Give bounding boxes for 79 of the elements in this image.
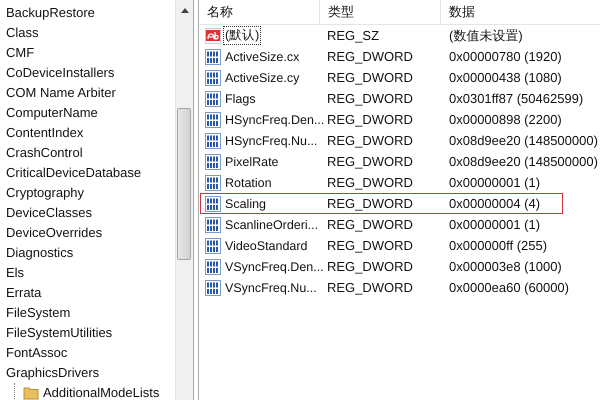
scroll-up-icon[interactable]	[180, 8, 188, 13]
tree-item[interactable]: COM Name Arbiter	[6, 83, 175, 103]
binary-value-icon	[205, 280, 221, 296]
value-type: REG_DWORD	[326, 196, 414, 211]
binary-value-icon	[205, 90, 221, 106]
column-header[interactable]: 类型	[320, 0, 441, 24]
tree-item[interactable]: GraphicsDrivers	[6, 363, 175, 383]
tree-item[interactable]: DeviceClasses	[6, 203, 175, 223]
value-name[interactable]: VideoStandard	[223, 238, 310, 254]
value-name[interactable]: ActiveSize.cy	[223, 70, 302, 86]
value-data: 0x08d9ee20 (148500000)	[448, 154, 598, 169]
value-type: REG_DWORD	[326, 154, 414, 169]
binary-value-icon	[205, 112, 221, 128]
column-header[interactable]: 数据	[441, 0, 600, 24]
value-name[interactable]: ActiveSize.cx	[223, 48, 302, 64]
value-type: REG_DWORD	[326, 280, 414, 295]
tree-item[interactable]: FontAssoc	[6, 343, 175, 363]
value-data: 0x08d9ee20 (148500000)	[448, 133, 598, 148]
value-name[interactable]: (默认)	[223, 26, 262, 45]
tree-item[interactable]: CrashControl	[6, 143, 175, 163]
value-type: REG_DWORD	[326, 238, 414, 253]
tree-item[interactable]: FileSystem	[6, 303, 175, 323]
tree-item[interactable]: CMF	[6, 43, 175, 63]
binary-value-icon	[205, 216, 221, 232]
binary-value-icon	[205, 48, 221, 64]
tree-item[interactable]: DeviceOverrides	[6, 223, 175, 243]
tree-item[interactable]: ComputerName	[6, 103, 175, 123]
value-data: (数值未设置)	[448, 26, 524, 44]
value-type: REG_DWORD	[326, 70, 414, 85]
value-data: 0x0000ea60 (60000)	[448, 280, 570, 295]
column-header[interactable]: 名称	[199, 0, 320, 24]
value-type: REG_DWORD	[326, 217, 414, 232]
value-type: REG_DWORD	[326, 259, 414, 274]
folder-icon	[23, 386, 39, 400]
value-data: 0x00000898 (2200)	[448, 112, 563, 127]
value-name[interactable]: HSyncFreq.Nu...	[223, 132, 320, 148]
value-type: REG_DWORD	[326, 175, 414, 190]
value-name[interactable]: VSyncFreq.Den...	[223, 258, 326, 274]
value-data: 0x00000001 (1)	[448, 217, 542, 232]
binary-value-icon	[205, 132, 221, 148]
value-name[interactable]: Scaling	[223, 196, 268, 212]
value-type: REG_DWORD	[326, 112, 414, 127]
tree-item[interactable]: AdditionalModeLists	[43, 383, 160, 400]
tree-item[interactable]: Class	[6, 23, 175, 43]
value-data: 0x0301ff87 (50462599)	[448, 91, 584, 106]
tree-item[interactable]: Els	[6, 263, 175, 283]
binary-value-icon	[205, 70, 221, 86]
value-type: REG_DWORD	[326, 133, 414, 148]
tree-item[interactable]: Errata	[6, 283, 175, 303]
value-name[interactable]: VSyncFreq.Nu...	[223, 280, 319, 296]
value-data: 0x00000780 (1920)	[448, 49, 563, 64]
tree-item[interactable]: Diagnostics	[6, 243, 175, 263]
value-data: 0x00000001 (1)	[448, 175, 542, 190]
tree-item[interactable]: BackupRestore	[6, 3, 175, 23]
value-data: 0x00000004 (4)	[448, 196, 542, 211]
string-value-icon	[205, 28, 221, 44]
value-data: 0x000000ff (255)	[448, 238, 548, 253]
scroll-thumb[interactable]	[177, 108, 191, 260]
value-data: 0x00000438 (1080)	[448, 70, 563, 85]
value-name[interactable]: PixelRate	[223, 154, 280, 170]
value-name[interactable]: ScanlineOrderi...	[223, 216, 320, 232]
value-name[interactable]: Flags	[223, 90, 258, 106]
scrollbar[interactable]	[175, 0, 193, 400]
tree-item[interactable]: Cryptography	[6, 183, 175, 203]
value-name[interactable]: Rotation	[223, 174, 274, 190]
value-type: REG_DWORD	[326, 91, 414, 106]
value-data: 0x000003e8 (1000)	[448, 259, 563, 274]
tree-item[interactable]: FileSystemUtilities	[6, 323, 175, 343]
value-name[interactable]: HSyncFreq.Den...	[223, 112, 326, 128]
tree-item[interactable]: CoDeviceInstallers	[6, 63, 175, 83]
tree-item[interactable]: ContentIndex	[6, 123, 175, 143]
binary-value-icon	[205, 196, 221, 212]
binary-value-icon	[205, 258, 221, 274]
binary-value-icon	[205, 238, 221, 254]
value-type: REG_DWORD	[326, 49, 414, 64]
value-type: REG_SZ	[326, 28, 380, 43]
binary-value-icon	[205, 174, 221, 190]
binary-value-icon	[205, 154, 221, 170]
tree-item[interactable]: CriticalDeviceDatabase	[6, 163, 175, 183]
